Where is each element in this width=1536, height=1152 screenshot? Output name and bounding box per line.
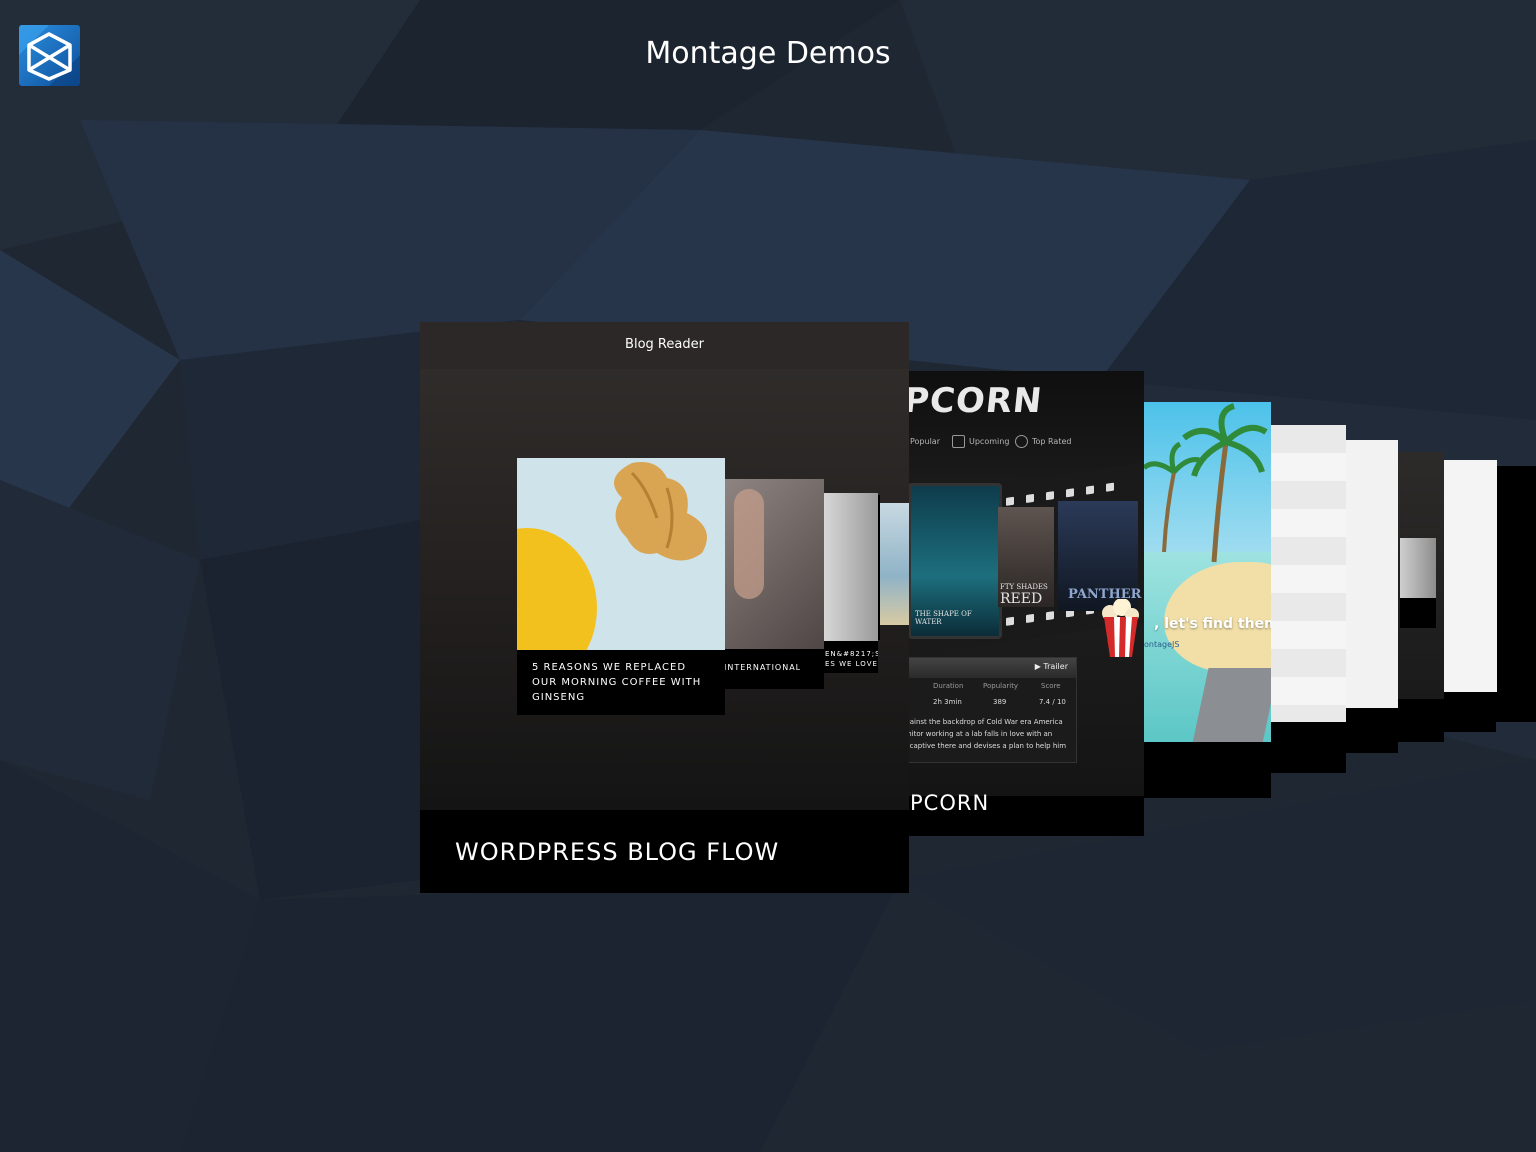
blog-post-card[interactable]: INTERNATIONAL [720,479,824,689]
wordpress-blog-flow-card[interactable]: Blog Reader EN&#8217;S ES WE LOVE INTERN… [420,322,909,893]
value-popularity: 389 [993,698,1007,706]
trailer-button[interactable]: ▶ Trailer [1035,662,1068,671]
blog-post-card[interactable]: 5 REASONS WE REPLACED OUR MORNING COFFEE… [517,458,725,715]
demo-card[interactable] [1271,425,1346,722]
value-duration: 2h 3min [933,698,962,706]
movie-description: against the backdrop of Cold War era Ame… [901,716,1066,752]
blog-reader-body: EN&#8217;S ES WE LOVE INTERNATIONAL 5 RE… [420,369,909,810]
description-line: janitor working at a lab falls in love w… [901,730,1053,738]
film-hole [1026,493,1034,504]
demo-card[interactable] [1496,466,1536,722]
movie-details-panel: ▶ Trailer Duration Popularity Score 2h 3… [900,657,1077,763]
compass-icon [1015,435,1028,448]
film-hole [1046,611,1054,621]
popcorn-nav-top-rated[interactable]: Top Rated [1032,437,1071,446]
lemon-ginger-photo [517,462,707,688]
popcorn-bucket-icon [1102,599,1139,657]
poster-title: THE SHAPE OF WATER [915,610,972,626]
movie-poster[interactable]: FTY SHADES REED [998,507,1054,607]
film-hole [1086,485,1094,495]
poster-title: FTY SHADES [1000,583,1048,591]
popcorn-card-title: PCORN [910,791,990,815]
movie-poster[interactable]: PANTHER [1058,501,1141,611]
value-score: 7.4 / 10 [1039,698,1066,706]
blog-reader-header: Blog Reader [420,322,909,369]
demo-card[interactable] [1345,440,1398,708]
demo-card-title: WORDPRESS BLOG FLOW [455,838,780,866]
calendar-icon [952,435,965,448]
movie-details-header: ▶ Trailer [901,658,1076,678]
movie-poster[interactable]: THE SHAPE OF WATER [908,483,1002,639]
column-score: Score [1041,682,1061,690]
film-hole [1006,616,1014,626]
film-hole [1106,482,1114,492]
popcorn-demo-card[interactable]: PCORN Popular Upcoming Top Rated THE SHA… [880,371,1144,836]
film-hole [1066,488,1074,498]
blog-post-caption: EN&#8217;S ES WE LOVE [823,645,878,673]
island-subtitle: ontageJS [1144,640,1180,649]
blog-post-caption: 5 REASONS WE REPLACED OUR MORNING COFFEE… [517,650,725,715]
demo-card[interactable] [1443,460,1497,692]
blog-post-card[interactable] [876,503,909,625]
popcorn-nav-upcoming[interactable]: Upcoming [969,437,1009,446]
blog-post-caption: INTERNATIONAL [720,656,824,689]
film-hole [1046,491,1054,501]
blog-reader-title: Blog Reader [625,337,704,352]
column-duration: Duration [933,682,964,690]
blog-post-card[interactable]: EN&#8217;S ES WE LOVE [823,493,878,673]
page-title: Montage Demos [645,36,891,71]
description-line: against the backdrop of Cold War era Ame… [901,718,1063,726]
popcorn-screen: PCORN Popular Upcoming Top Rated THE SHA… [880,371,1144,796]
film-hole [1026,613,1034,624]
popcorn-logo: PCORN [901,381,1045,421]
island-headline: , let's find them! [1154,616,1271,632]
description-line: ld captive there and devises a plan to h… [901,742,1067,750]
palm-tree-icon [1144,403,1268,563]
popcorn-nav-popular[interactable]: Popular [910,437,940,446]
poster-title: REED [1000,591,1043,607]
column-popularity: Popularity [983,682,1019,690]
island-demo-card[interactable]: , let's find them! ontageJS [1144,402,1271,742]
demo-card[interactable] [1396,452,1444,699]
film-hole [1006,496,1014,506]
